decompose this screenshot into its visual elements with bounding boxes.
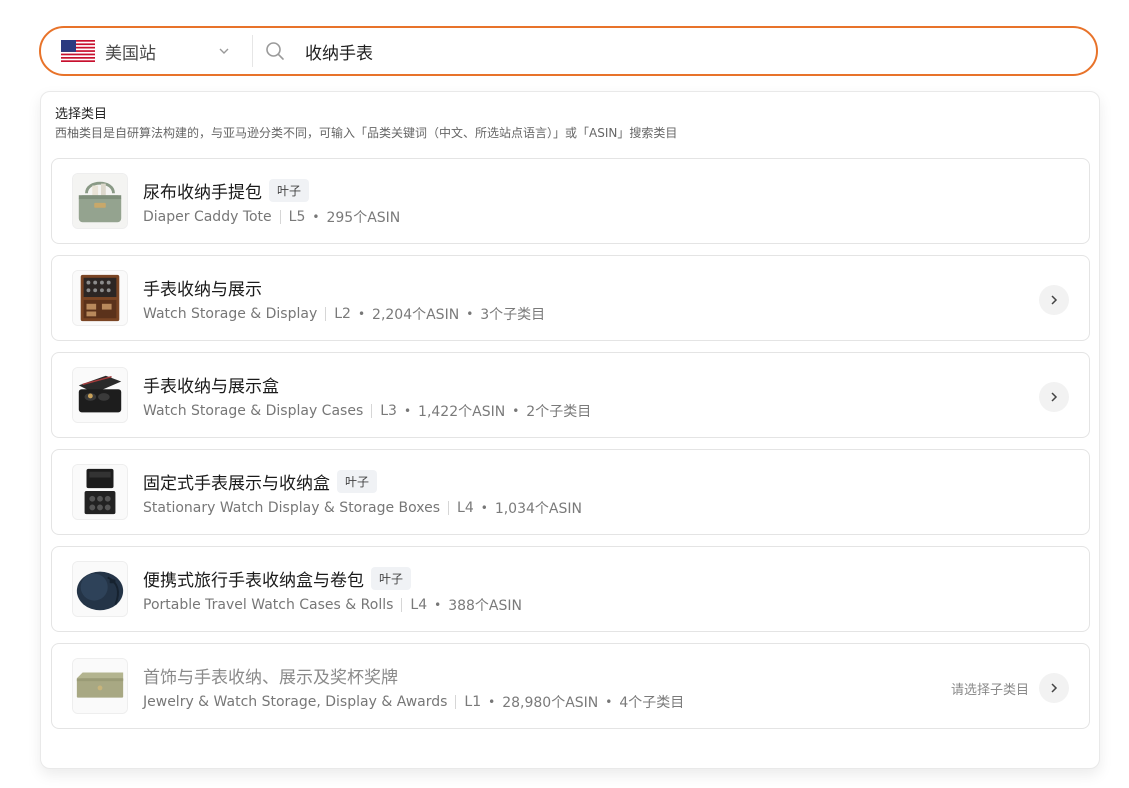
watch-storage-image bbox=[72, 270, 128, 326]
category-level: L4 bbox=[410, 597, 428, 613]
dot-separator: • bbox=[403, 404, 412, 418]
expand-subcategories-button[interactable] bbox=[1039, 382, 1069, 412]
category-english-name: Jewelry & Watch Storage, Display & Award… bbox=[143, 694, 448, 710]
dot-separator: • bbox=[357, 307, 366, 321]
select-subcategory-hint: 请选择子类目 bbox=[950, 683, 1029, 698]
subcategory-count: 2个子类目 bbox=[526, 404, 592, 420]
category-english-name: Stationary Watch Display & Storage Boxes bbox=[143, 500, 441, 516]
site-label: 美国站 bbox=[105, 43, 156, 64]
category-name: 尿布收纳手提包 bbox=[143, 183, 262, 203]
search-bar: 美国站 bbox=[39, 26, 1098, 76]
category-item-stationary-watch-boxes[interactable]: 固定式手表展示与收纳盒 叶子 Stationary Watch Display … bbox=[51, 449, 1090, 535]
chevron-right-icon bbox=[1051, 392, 1058, 402]
category-english-name: Watch Storage & Display Cases bbox=[143, 403, 364, 419]
asin-count: 388个ASIN bbox=[448, 598, 522, 614]
expand-subcategories-button[interactable] bbox=[1039, 285, 1069, 315]
category-english-name: Watch Storage & Display bbox=[143, 306, 318, 322]
search-input[interactable] bbox=[303, 35, 1007, 67]
chevron-right-icon bbox=[1051, 683, 1058, 693]
dot-separator: • bbox=[312, 210, 320, 224]
expand-subcategories-button[interactable] bbox=[1039, 673, 1069, 703]
category-level: L2 bbox=[334, 306, 351, 322]
asin-count: 1,034个ASIN bbox=[494, 501, 582, 517]
category-name: 手表收纳与展示 bbox=[143, 280, 262, 300]
subcategory-count: 4个子类目 bbox=[619, 695, 685, 711]
category-level: L3 bbox=[380, 403, 397, 419]
category-item-jewelry-watch-storage-awards[interactable]: 首饰与手表收纳、展示及奖杯奖牌 Jewelry & Watch Storage,… bbox=[51, 643, 1090, 729]
watch-case-image bbox=[72, 367, 128, 423]
dot-separator: • bbox=[466, 307, 474, 321]
category-level: L1 bbox=[464, 694, 482, 710]
category-dropdown-panel: 选择类目 西柚类目是自研算法构建的，与亚马逊分类不同，可输入「品类关键词（中文、… bbox=[40, 91, 1100, 769]
dot-separator: • bbox=[605, 695, 613, 709]
jewelry-box-image bbox=[72, 658, 128, 714]
stationary-box-image bbox=[72, 464, 128, 520]
leaf-badge: 叶子 bbox=[269, 179, 310, 202]
separator bbox=[325, 307, 327, 321]
diaper-tote-image bbox=[72, 173, 128, 229]
asin-count: 2,204个ASIN bbox=[372, 307, 460, 323]
leaf-badge: 叶子 bbox=[371, 567, 412, 590]
chevron-down-icon bbox=[219, 48, 229, 54]
chevron-right-icon bbox=[1051, 295, 1058, 305]
dot-separator: • bbox=[434, 598, 442, 612]
asin-count: 28,980个ASIN bbox=[502, 695, 599, 711]
divider bbox=[252, 35, 253, 67]
dot-separator: • bbox=[512, 404, 520, 418]
category-name: 手表收纳与展示盒 bbox=[143, 377, 279, 397]
separator bbox=[371, 404, 373, 418]
category-level: L4 bbox=[457, 500, 474, 516]
category-name: 便携式旅行手表收纳盒与卷包 bbox=[143, 571, 364, 591]
site-selector[interactable]: 美国站 bbox=[41, 28, 252, 74]
search-icon bbox=[266, 42, 284, 60]
category-english-name: Portable Travel Watch Cases & Rolls bbox=[143, 597, 394, 613]
separator bbox=[455, 695, 457, 709]
category-item-portable-travel-watch-cases[interactable]: 便携式旅行手表收纳盒与卷包 叶子 Portable Travel Watch C… bbox=[51, 546, 1090, 632]
category-item-watch-storage-display-cases[interactable]: 手表收纳与展示盒 Watch Storage & Display Cases L… bbox=[51, 352, 1090, 438]
asin-count: 295个ASIN bbox=[326, 210, 401, 226]
category-item-watch-storage-display[interactable]: 手表收纳与展示 Watch Storage & Display L2 • 2,2… bbox=[51, 255, 1090, 341]
panel-title: 选择类目 bbox=[55, 107, 108, 122]
leaf-badge: 叶子 bbox=[337, 470, 378, 493]
dot-separator: • bbox=[480, 501, 488, 515]
subcategory-count: 3个子类目 bbox=[480, 307, 546, 323]
separator bbox=[401, 598, 403, 612]
separator bbox=[448, 501, 450, 515]
asin-count: 1,422个ASIN bbox=[418, 404, 506, 420]
separator bbox=[279, 210, 281, 224]
us-flag-icon bbox=[61, 40, 95, 62]
dot-separator: • bbox=[488, 695, 496, 709]
travel-case-image bbox=[72, 561, 128, 617]
category-name: 固定式手表展示与收纳盒 bbox=[143, 474, 330, 494]
category-name: 首饰与手表收纳、展示及奖杯奖牌 bbox=[143, 668, 398, 688]
category-level: L5 bbox=[288, 209, 306, 225]
panel-subtitle: 西柚类目是自研算法构建的，与亚马逊分类不同，可输入「品类关键词（中文、所选站点语… bbox=[55, 126, 678, 140]
category-english-name: Diaper Caddy Tote bbox=[143, 209, 272, 225]
category-item-diaper-caddy-tote[interactable]: 尿布收纳手提包 叶子 Diaper Caddy Tote L5 • 295个AS… bbox=[51, 158, 1090, 244]
